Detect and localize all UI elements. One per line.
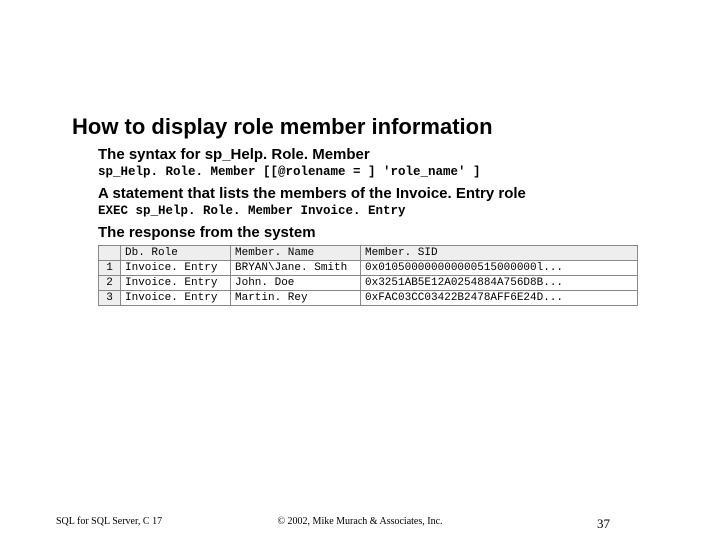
cell-role: Invoice. Entry: [121, 276, 231, 291]
example-code: EXEC sp_Help. Role. Member Invoice. Entr…: [98, 204, 662, 218]
cell-role: Invoice. Entry: [121, 261, 231, 276]
table-header-row: Db. Role Member. Name Member. SID: [99, 246, 638, 261]
syntax-heading: The syntax for sp_Help. Role. Member: [98, 146, 662, 163]
rownum-cell: 2: [99, 276, 121, 291]
footer-center: © 2002, Mike Murach & Associates, Inc.: [0, 516, 720, 527]
table-row: 2 Invoice. Entry John. Doe 0x3251AB5E12A…: [99, 276, 638, 291]
cell-name: BRYAN\Jane. Smith: [231, 261, 361, 276]
cell-sid: 0x010500000000000515000000l...: [361, 261, 638, 276]
cell-name: Martin. Rey: [231, 291, 361, 306]
slide-body: How to display role member information T…: [72, 114, 662, 306]
header-membername: Member. Name: [231, 246, 361, 261]
header-membersid: Member. SID: [361, 246, 638, 261]
slide-title: How to display role member information: [72, 114, 662, 140]
header-rownum: [99, 246, 121, 261]
header-dbrole: Db. Role: [121, 246, 231, 261]
footer-page-number: 37: [597, 516, 610, 532]
rownum-cell: 3: [99, 291, 121, 306]
table-row: 1 Invoice. Entry BRYAN\Jane. Smith 0x010…: [99, 261, 638, 276]
table-row: 3 Invoice. Entry Martin. Rey 0xFAC03CC03…: [99, 291, 638, 306]
syntax-code: sp_Help. Role. Member [[@rolename = ] 'r…: [98, 165, 662, 179]
cell-sid: 0x3251AB5E12A0254884A756D8B...: [361, 276, 638, 291]
cell-role: Invoice. Entry: [121, 291, 231, 306]
rownum-cell: 1: [99, 261, 121, 276]
response-heading: The response from the system: [98, 224, 662, 241]
cell-name: John. Doe: [231, 276, 361, 291]
cell-sid: 0xFAC03CC03422B2478AFF6E24D...: [361, 291, 638, 306]
example-heading: A statement that lists the members of th…: [98, 185, 662, 202]
result-grid: Db. Role Member. Name Member. SID 1 Invo…: [98, 245, 638, 306]
